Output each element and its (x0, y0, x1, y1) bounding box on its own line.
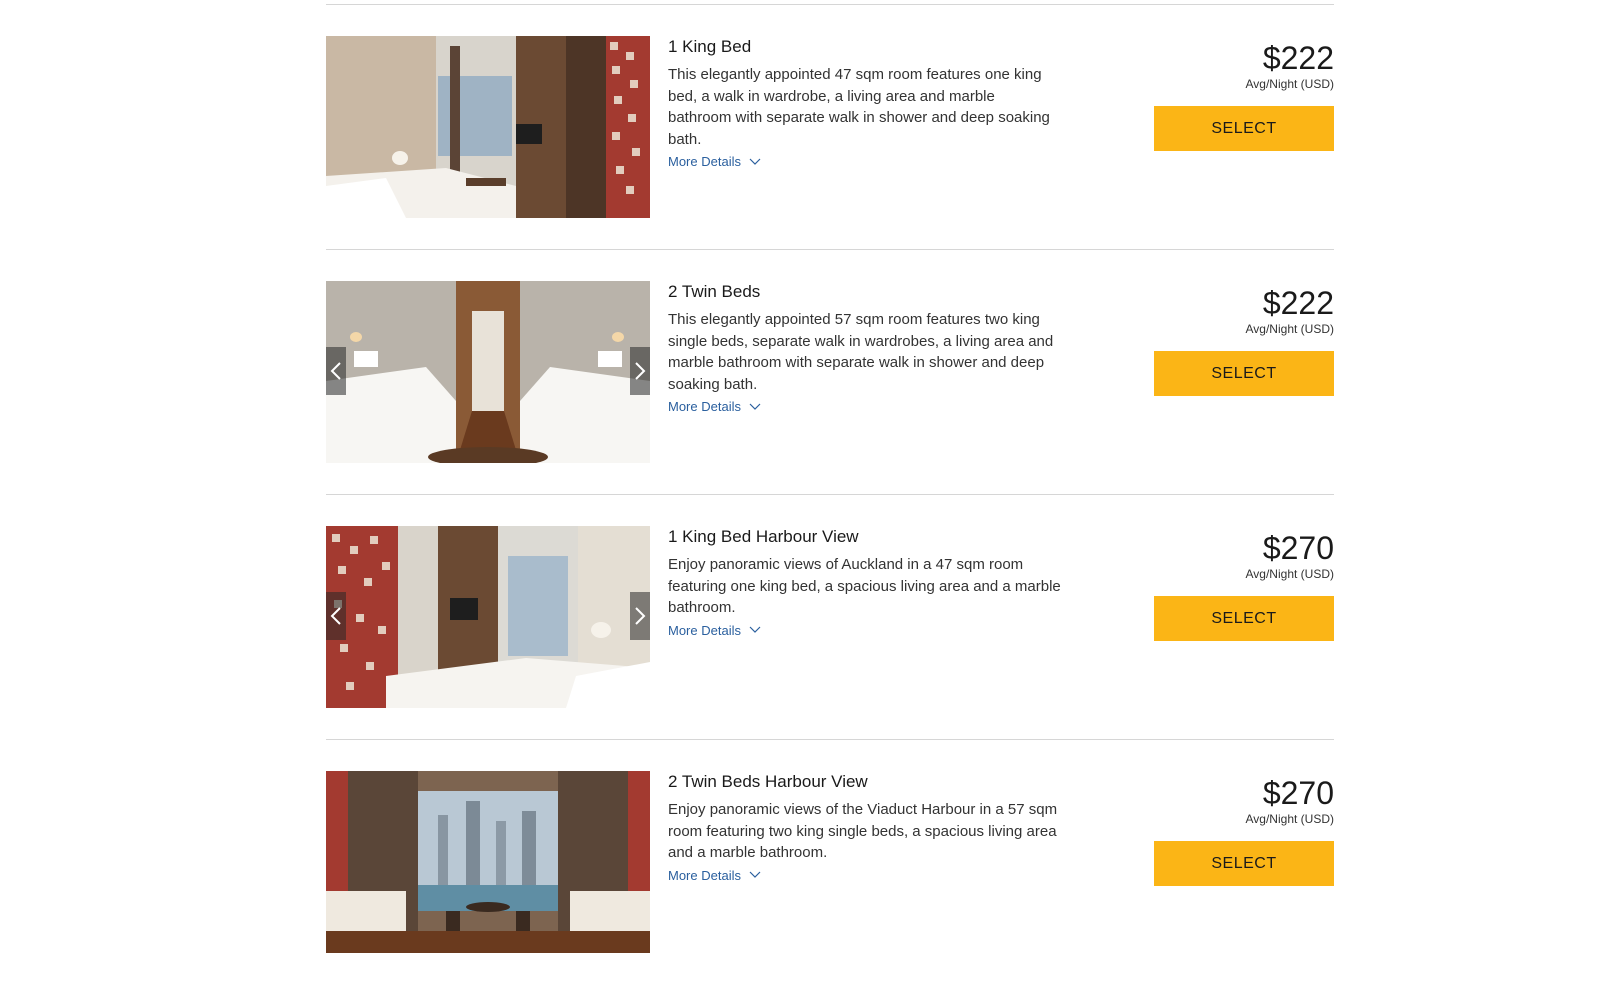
room-photo[interactable] (326, 36, 650, 218)
room-title: 2 Twin Beds (668, 282, 761, 301)
room-price: $270 (1262, 530, 1334, 566)
room-card: 2 Twin Beds This elegantly appointed 57 … (326, 250, 1334, 495)
room-price: $270 (1262, 775, 1334, 811)
chevron-right-icon (634, 362, 646, 380)
more-details-link[interactable]: More Details (668, 623, 761, 638)
more-details-label: More Details (668, 622, 741, 638)
select-room-button[interactable]: SELECT (1154, 841, 1334, 886)
carousel-next-button[interactable] (630, 592, 650, 640)
room-photo[interactable] (326, 771, 650, 953)
price-unit-label: Avg/Night (USD) (1245, 812, 1334, 826)
carousel-next-button[interactable] (630, 347, 650, 395)
room-info: 1 King Bed Harbour View Enjoy panoramic … (668, 526, 1062, 640)
room-price: $222 (1262, 40, 1334, 76)
price-unit-label: Avg/Night (USD) (1245, 77, 1334, 91)
select-room-button[interactable]: SELECT (1154, 106, 1334, 151)
room-description: Enjoy panoramic views of Auckland in a 4… (668, 556, 1061, 616)
room-info: 2 Twin Beds Harbour View Enjoy panoramic… (668, 771, 1062, 885)
chevron-left-icon (330, 607, 342, 625)
room-card: 1 King Bed Harbour View Enjoy panoramic … (326, 495, 1334, 740)
price-block: $222 Avg/Night (USD) (1246, 286, 1334, 336)
more-details-link[interactable]: More Details (668, 154, 761, 169)
more-details-label: More Details (668, 867, 741, 883)
room-title: 1 King Bed Harbour View (668, 527, 859, 546)
price-block: $222 Avg/Night (USD) (1246, 41, 1334, 91)
price-unit-label: Avg/Night (USD) (1245, 322, 1334, 336)
room-price: $222 (1262, 285, 1334, 321)
room-title: 1 King Bed (668, 37, 752, 56)
chevron-down-icon (749, 403, 761, 411)
chevron-down-icon (749, 626, 761, 634)
price-block: $270 Avg/Night (USD) (1246, 776, 1334, 826)
room-description: This elegantly appointed 57 sqm room fea… (668, 311, 1054, 393)
price-block: $270 Avg/Night (USD) (1246, 531, 1334, 581)
chevron-left-icon (330, 362, 342, 380)
more-details-link[interactable]: More Details (668, 868, 761, 883)
room-card: 2 Twin Beds Harbour View Enjoy panoramic… (326, 740, 1334, 984)
room-list: 1 King Bed This elegantly appointed 47 s… (326, 0, 1334, 984)
more-details-label: More Details (668, 399, 741, 414)
more-details-label: More Details (668, 154, 741, 169)
room-description: Enjoy panoramic views of the Viaduct Har… (668, 801, 1058, 861)
room-description: This elegantly appointed 47 sqm room fea… (668, 66, 1050, 148)
select-room-button[interactable]: SELECT (1154, 596, 1334, 641)
chevron-down-icon (749, 871, 761, 879)
room-info: 1 King Bed This elegantly appointed 47 s… (668, 36, 1062, 171)
carousel-prev-button[interactable] (326, 592, 346, 640)
room-photo[interactable] (326, 281, 650, 463)
chevron-right-icon (634, 607, 646, 625)
carousel-prev-button[interactable] (326, 347, 346, 395)
room-photo[interactable] (326, 526, 650, 708)
room-title: 2 Twin Beds Harbour View (668, 772, 868, 791)
price-unit-label: Avg/Night (USD) (1245, 567, 1334, 581)
select-room-button[interactable]: SELECT (1154, 351, 1334, 396)
room-info: 2 Twin Beds This elegantly appointed 57 … (668, 281, 1062, 416)
more-details-link[interactable]: More Details (668, 399, 761, 414)
room-card: 1 King Bed This elegantly appointed 47 s… (326, 5, 1334, 250)
chevron-down-icon (749, 158, 761, 166)
